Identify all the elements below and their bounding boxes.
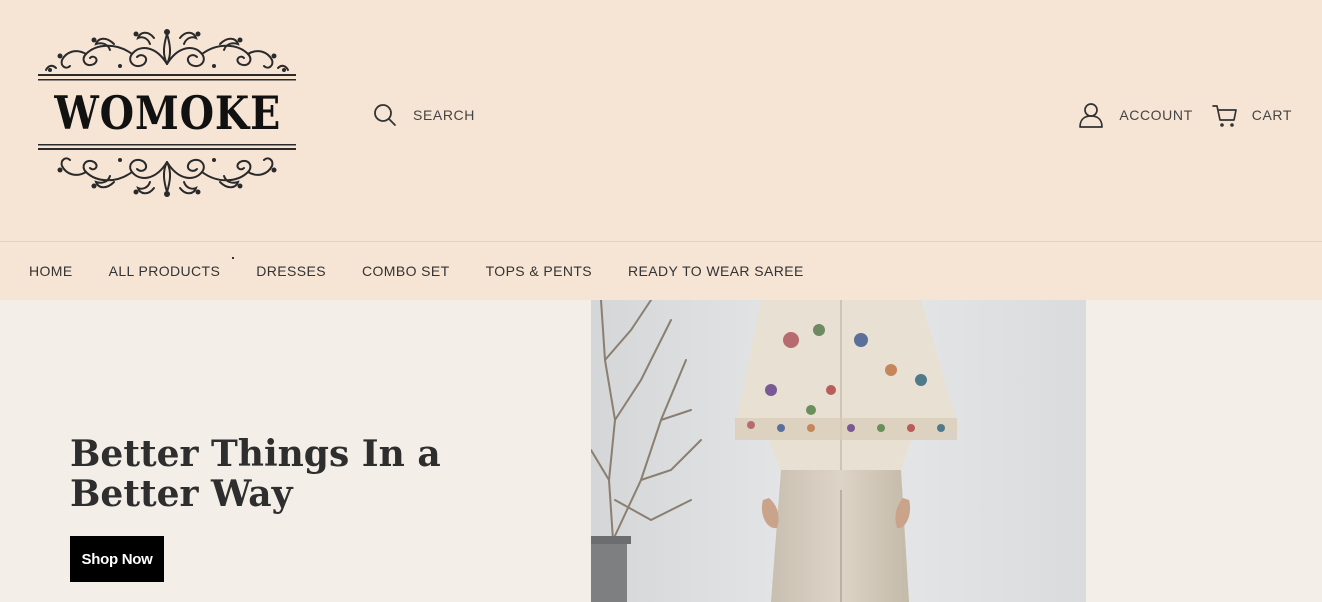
cart-label: CART <box>1251 107 1292 123</box>
user-icon <box>1079 103 1104 128</box>
nav-item-combo-set[interactable]: COMBO SET <box>362 263 450 279</box>
hero-banner: Better Things In a Better Way Shop Now <box>0 300 1322 602</box>
cart-icon <box>1211 105 1237 127</box>
brand-name: WOMOKE <box>54 86 282 140</box>
shop-now-button[interactable]: Shop Now <box>70 536 164 582</box>
hero-title: Better Things In a Better Way <box>70 433 441 515</box>
model-photo <box>591 300 1086 602</box>
nav-item-label: ALL PRODUCTS <box>108 263 221 279</box>
site-header: WOMOKE SEARCH ACCOUNT CART <box>0 0 1322 241</box>
dropdown-indicator-icon <box>232 257 235 259</box>
account-link[interactable]: ACCOUNT <box>1077 101 1192 129</box>
search-trigger[interactable]: SEARCH <box>372 102 475 128</box>
nav-item-ready-to-wear-saree[interactable]: READY TO WEAR SAREE <box>628 263 804 279</box>
nav-item-all-products[interactable]: ALL PRODUCTS <box>108 257 235 279</box>
nav-item-home[interactable]: HOME <box>29 263 73 279</box>
cart-link[interactable]: CART <box>1211 101 1292 129</box>
header-actions: ACCOUNT CART <box>1077 101 1292 129</box>
brand-logo[interactable]: WOMOKE <box>36 24 298 202</box>
search-label: SEARCH <box>413 107 475 123</box>
search-icon <box>374 104 396 126</box>
hero-image <box>591 300 1086 602</box>
main-nav: HOME ALL PRODUCTS DRESSES COMBO SET TOPS… <box>0 241 1322 300</box>
nav-item-dresses[interactable]: DRESSES <box>256 263 326 279</box>
nav-item-tops-pents[interactable]: TOPS & PENTS <box>486 263 592 279</box>
account-label: ACCOUNT <box>1119 107 1193 123</box>
